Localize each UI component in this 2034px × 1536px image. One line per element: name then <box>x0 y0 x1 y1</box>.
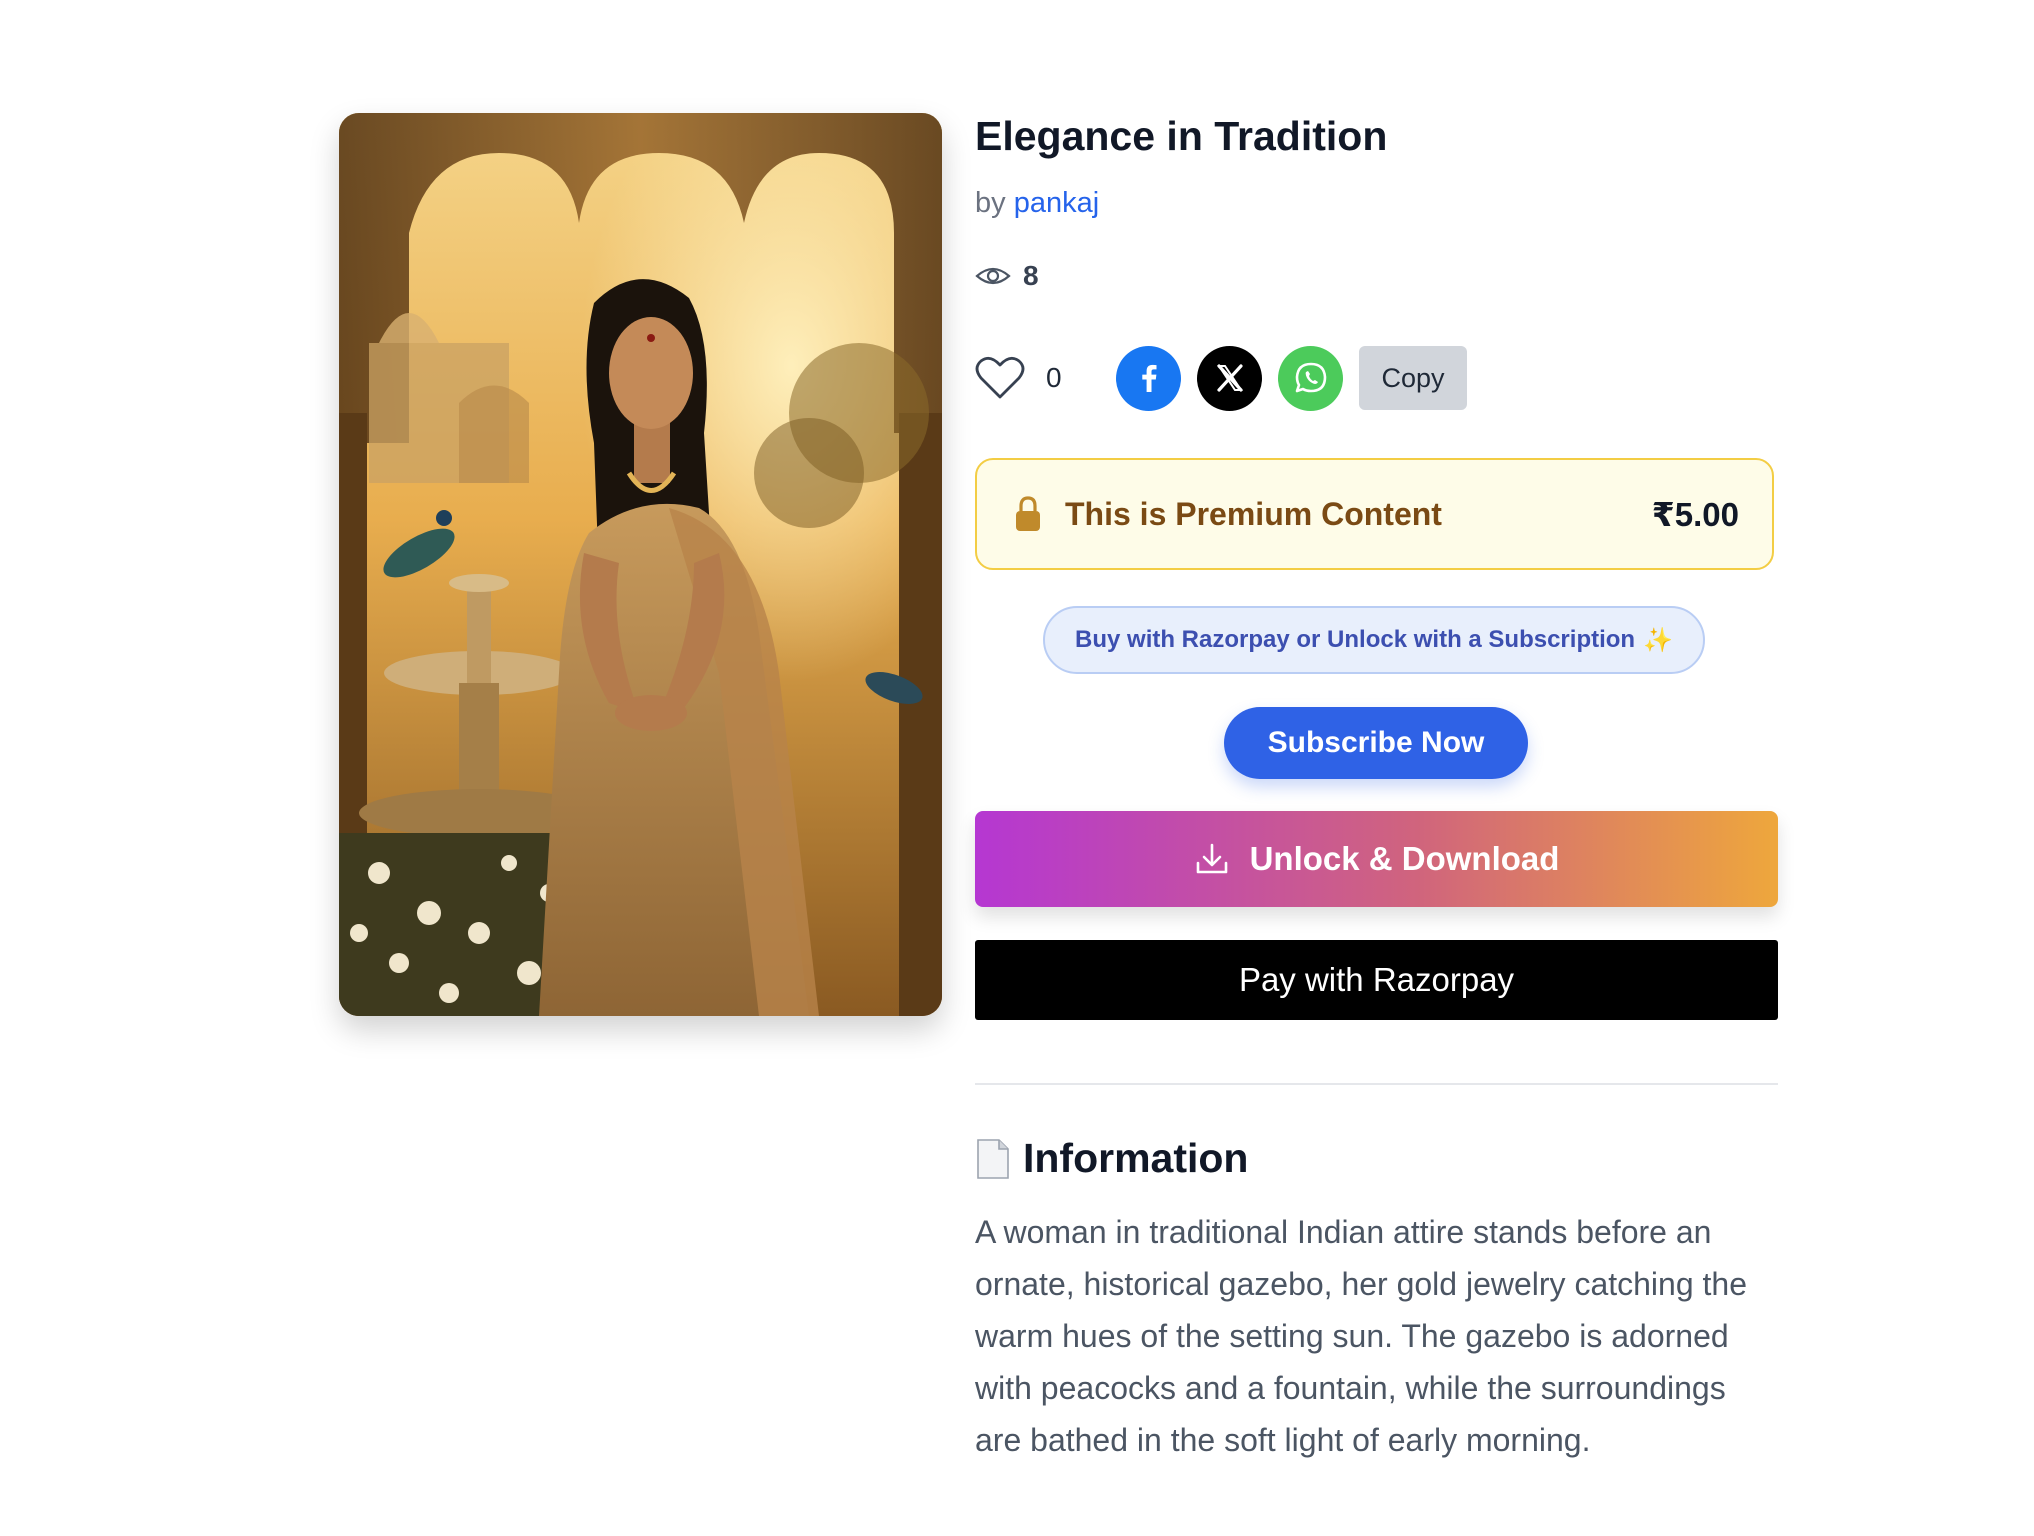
lock-icon <box>1016 496 1040 531</box>
buy-options-pill[interactable]: Buy with Razorpay or Unlock with a Subsc… <box>1043 606 1705 674</box>
share-facebook-button[interactable] <box>1116 345 1181 411</box>
information-heading-label: Information <box>1023 1135 1249 1181</box>
document-icon <box>977 1138 1009 1179</box>
premium-price: ₹5.00 <box>1651 495 1739 533</box>
pay-with-razorpay-button[interactable]: Pay with Razorpay <box>975 940 1778 1020</box>
download-icon <box>1196 843 1227 874</box>
premium-banner: This is Premium Content ₹5.00 <box>975 458 1774 570</box>
view-count: 8 <box>975 260 1039 292</box>
premium-label: This is Premium Content <box>1065 495 1442 532</box>
sparkle-icon: ✨ <box>1643 626 1673 654</box>
artwork-title: Elegance in Tradition <box>975 113 1388 159</box>
views-value: 8 <box>1023 260 1039 291</box>
buy-options-label: Buy with Razorpay or Unlock with a Subsc… <box>1075 626 1636 653</box>
unlock-download-label: Unlock & Download <box>1249 840 1560 877</box>
eye-icon <box>975 267 1011 285</box>
byline: by pankaj <box>975 187 1099 220</box>
x-icon <box>1216 364 1243 392</box>
share-x-button[interactable] <box>1197 345 1262 411</box>
information-description: A woman in traditional Indian attire sta… <box>975 1214 1747 1458</box>
artwork-image[interactable] <box>339 113 942 1016</box>
share-whatsapp-button[interactable] <box>1278 345 1343 411</box>
unlock-download-button[interactable]: Unlock & Download <box>975 811 1778 907</box>
copy-link-button[interactable]: Copy <box>1359 346 1467 410</box>
heart-icon <box>975 356 1025 399</box>
like-count: 0 <box>1046 362 1062 393</box>
subscribe-now-button[interactable]: Subscribe Now <box>1224 707 1528 779</box>
divider <box>975 1083 1778 1085</box>
whatsapp-icon <box>1295 362 1326 393</box>
information-heading: Information <box>975 1135 1248 1182</box>
like-button[interactable] <box>975 355 1025 401</box>
facebook-icon <box>1141 364 1156 392</box>
by-label: by <box>975 187 1006 219</box>
author-link[interactable]: pankaj <box>1014 187 1099 219</box>
artwork-illustration <box>339 113 942 1016</box>
social-row: 0 Copy <box>975 345 1467 411</box>
